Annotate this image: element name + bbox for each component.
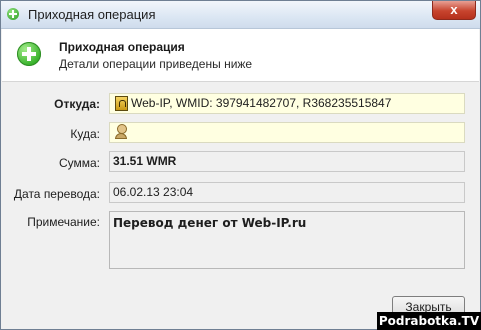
header-title: Приходная операция bbox=[59, 40, 185, 54]
window-close-button[interactable]: x bbox=[432, 1, 476, 20]
note-label: Примечание: bbox=[27, 215, 100, 229]
date-field: 06.02.13 23:04 bbox=[109, 182, 465, 203]
amount-field: 31.51 WMR bbox=[109, 151, 465, 172]
user-icon bbox=[115, 124, 127, 140]
to-field[interactable] bbox=[109, 122, 465, 143]
amount-value: 31.51 WMR bbox=[113, 154, 177, 168]
wallet-icon bbox=[115, 96, 128, 111]
header-subtitle: Детали операции приведены ниже bbox=[59, 57, 253, 71]
incoming-icon bbox=[7, 8, 19, 20]
to-label: Куда: bbox=[70, 127, 100, 141]
from-label: Откуда: bbox=[54, 97, 100, 111]
amount-label: Сумма: bbox=[58, 156, 100, 170]
from-field[interactable]: Web-IP, WMID: 397941482707, R36823551584… bbox=[109, 93, 465, 114]
from-value: Web-IP, WMID: 397941482707, R36823551584… bbox=[131, 96, 392, 110]
transaction-dialog: Приходная операция x Приходная операция … bbox=[0, 0, 481, 330]
title-bar: Приходная операция x bbox=[1, 1, 480, 29]
date-value: 06.02.13 23:04 bbox=[113, 185, 194, 199]
window-title: Приходная операция bbox=[28, 7, 156, 22]
dialog-header: Приходная операция Детали операции приве… bbox=[2, 29, 479, 82]
add-icon bbox=[17, 42, 41, 66]
date-label: Дата перевода: bbox=[13, 187, 100, 201]
watermark: Podrabotka.TV bbox=[377, 312, 481, 330]
note-field: Перевод денег от Web-IP.ru bbox=[109, 211, 465, 269]
